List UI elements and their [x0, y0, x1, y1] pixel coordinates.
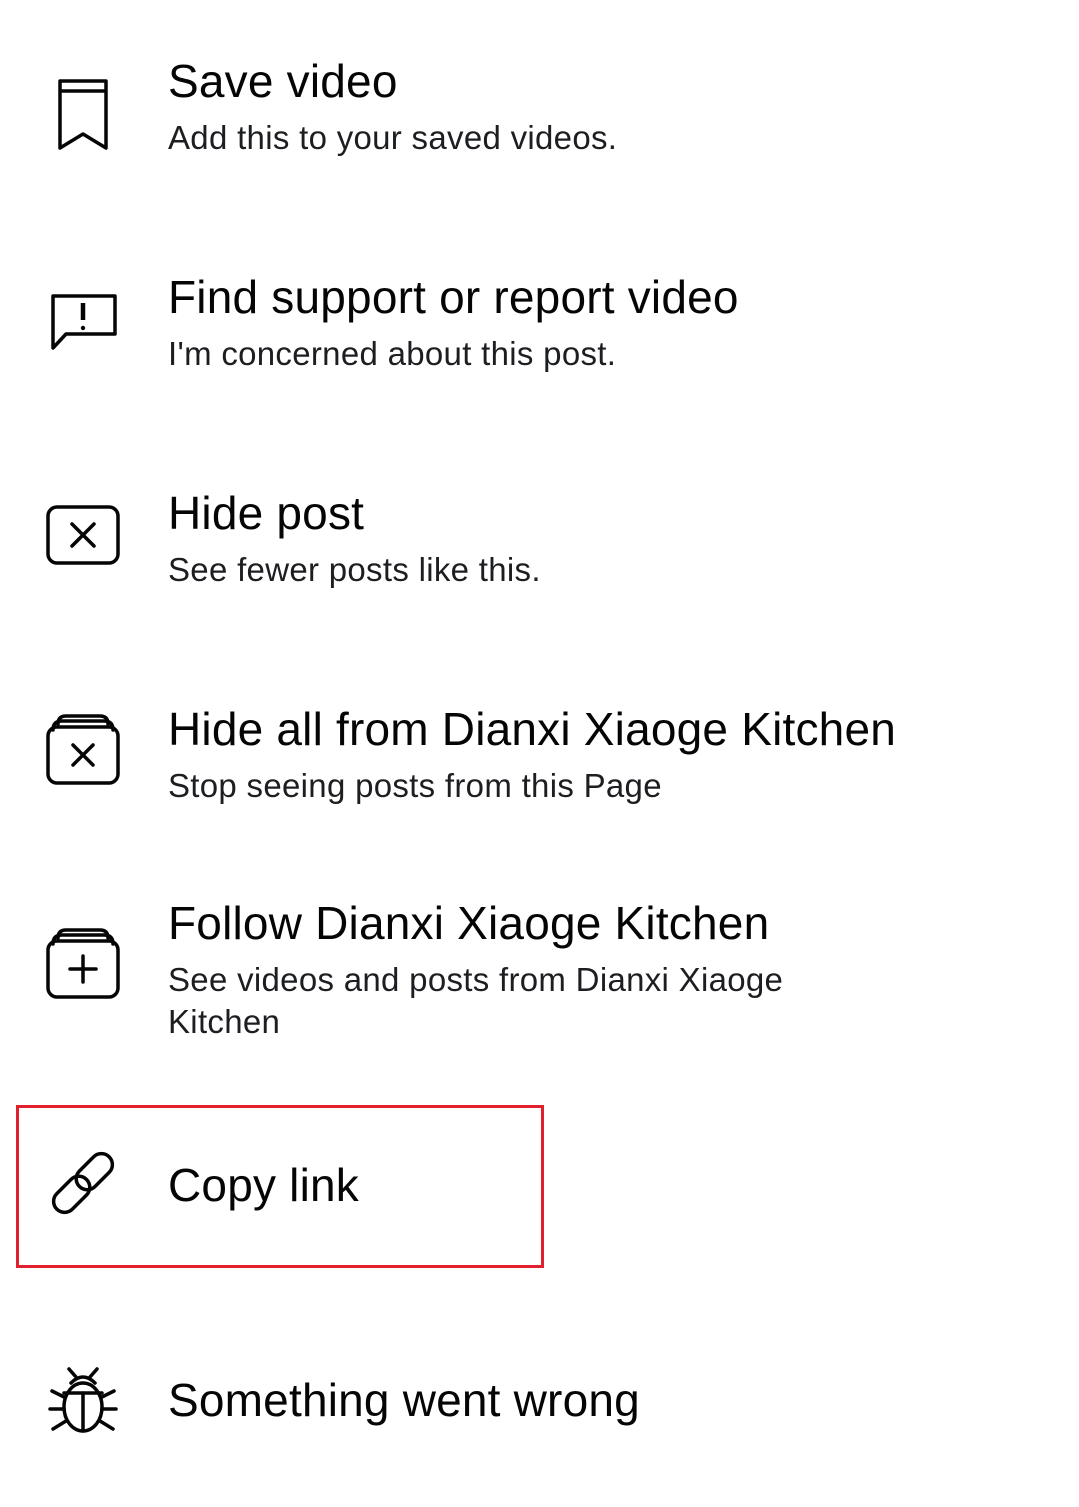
menu-item-subtitle: I'm concerned about this post.: [168, 335, 617, 372]
link-icon: [36, 1136, 130, 1230]
hide-all-icon: [36, 704, 130, 798]
menu-item-title: Follow Dianxi Xiaoge Kitchen: [168, 897, 770, 949]
menu-item-subtitle: Stop seeing posts from this Page: [168, 767, 662, 804]
menu-item-title: Something went wrong: [168, 1374, 640, 1426]
menu-item-subtitle: See fewer posts like this.: [168, 551, 541, 588]
report-icon: [36, 276, 130, 370]
menu-item-title: Find support or report video: [168, 271, 739, 323]
menu-item-title: Copy link: [168, 1159, 359, 1211]
menu-item-save-video[interactable]: Save video Add this to your saved videos…: [0, 40, 1079, 190]
menu-item-report-video[interactable]: Find support or report video I'm concern…: [0, 256, 1079, 406]
bug-icon: [36, 1353, 130, 1447]
menu-item-title: Hide all from Dianxi Xiaoge Kitchen: [168, 703, 897, 755]
menu-item-report-problem[interactable]: Something went wrong: [0, 1345, 1079, 1465]
menu-item-copy-link[interactable]: Copy link: [0, 1130, 1079, 1240]
menu-item-title: Hide post: [168, 487, 365, 539]
hide-post-icon: [36, 488, 130, 582]
bookmark-icon: [36, 60, 130, 154]
menu-item-title: Save video: [168, 55, 398, 107]
menu-item-hide-post[interactable]: Hide post See fewer posts like this.: [0, 472, 1079, 622]
follow-icon: [36, 918, 130, 1012]
menu-item-subtitle: See videos and posts from Dianxi Xiaoge …: [168, 961, 784, 1040]
menu-item-follow[interactable]: Follow Dianxi Xiaoge Kitchen See videos …: [0, 882, 1079, 1072]
menu-item-subtitle: Add this to your saved videos.: [168, 119, 618, 156]
menu-item-hide-all[interactable]: Hide all from Dianxi Xiaoge Kitchen Stop…: [0, 688, 1079, 838]
